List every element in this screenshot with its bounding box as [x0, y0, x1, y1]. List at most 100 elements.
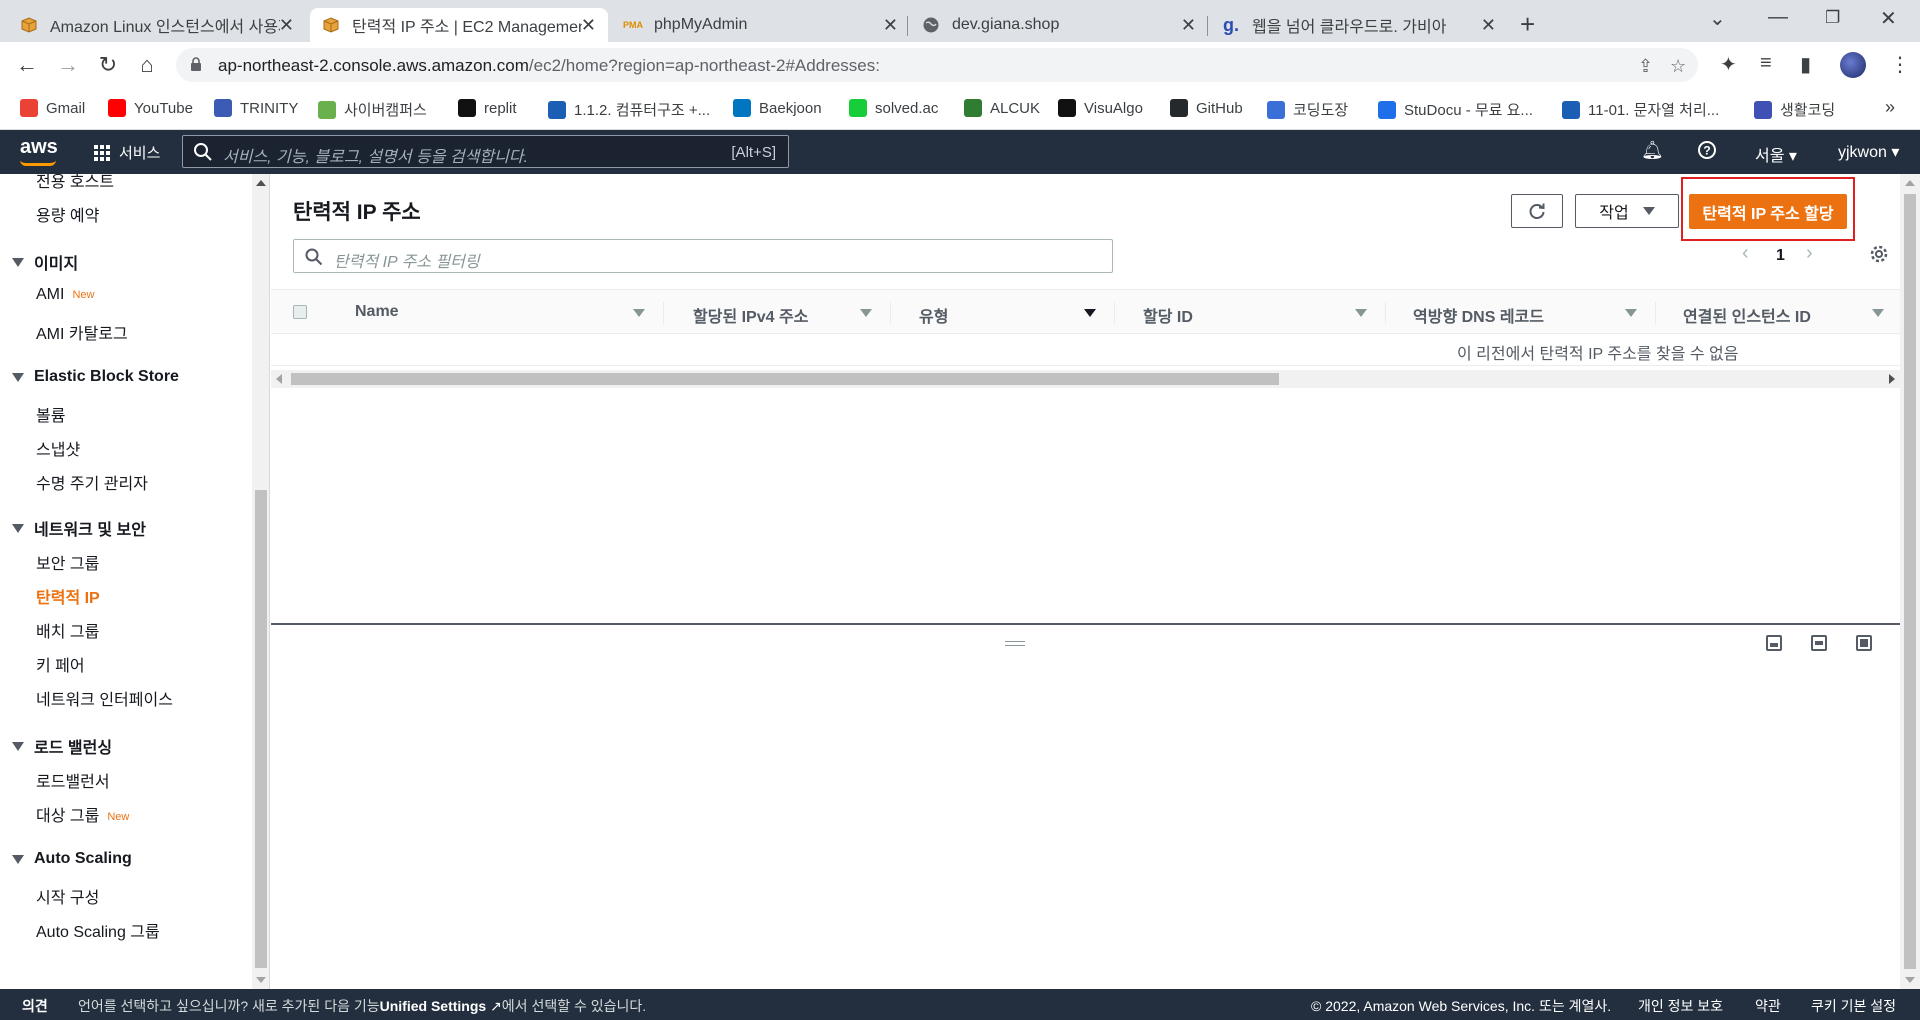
previous-page-icon[interactable]: ‹: [1742, 242, 1749, 265]
more-bookmarks-icon[interactable]: »: [1885, 97, 1895, 118]
bookmark-item[interactable]: Baekjoon: [733, 99, 822, 117]
actions-dropdown-button[interactable]: 작업: [1575, 194, 1679, 228]
sidebar-item-placement-groups[interactable]: 배치 그룹: [36, 618, 99, 642]
sidebar-group-images[interactable]: 이미지: [12, 250, 78, 274]
restore-icon[interactable]: ❐: [1825, 8, 1840, 28]
column-header-type[interactable]: 유형: [919, 303, 948, 327]
share-icon[interactable]: ⇪: [1638, 56, 1653, 77]
bookmark-item[interactable]: VisuAlgo: [1058, 99, 1143, 117]
sidebar-item-auto-scaling-groups[interactable]: Auto Scaling 그룹: [36, 918, 160, 942]
bookmark-item[interactable]: 코딩도장: [1267, 99, 1348, 120]
refresh-button[interactable]: [1511, 194, 1563, 228]
close-window-icon[interactable]: ✕: [1880, 6, 1897, 31]
back-arrow-icon[interactable]: ←: [14, 52, 40, 78]
close-tab-icon[interactable]: ✕: [883, 16, 898, 34]
column-header-name[interactable]: Name: [355, 303, 399, 321]
close-tab-icon[interactable]: ✕: [279, 16, 294, 34]
sort-icon[interactable]: [1872, 309, 1884, 317]
lock-icon[interactable]: [190, 57, 202, 72]
profile-avatar[interactable]: [1840, 52, 1866, 78]
sidebar-item-ami-catalog[interactable]: AMI 카탈로그: [36, 320, 128, 344]
sidebar-item-launch-configurations[interactable]: 시작 구성: [36, 884, 99, 908]
feedback-link[interactable]: 의견: [22, 996, 48, 1016]
sidebar-item-network-interfaces[interactable]: 네트워크 인터페이스: [36, 686, 173, 710]
sidebar-item-elastic-ip[interactable]: 탄력적 IP: [36, 584, 100, 608]
home-icon[interactable]: ⌂: [134, 52, 160, 78]
unified-settings-link[interactable]: Unified Settings: [380, 998, 487, 1014]
sidebar-item-security-groups[interactable]: 보안 그룹: [36, 550, 99, 574]
sidebar-item-volumes[interactable]: 볼륨: [36, 402, 65, 426]
sort-icon[interactable]: [1355, 309, 1367, 317]
settings-gear-icon[interactable]: [1869, 244, 1889, 269]
sidebar-item-dedicated-hosts[interactable]: 전용 호스트: [36, 174, 114, 192]
sidebar-scrollbar[interactable]: [252, 174, 270, 989]
main-vertical-scrollbar[interactable]: [1900, 174, 1920, 989]
sidebar-group-load-balancing[interactable]: 로드 밸런싱: [12, 734, 112, 758]
address-bar[interactable]: ap-northeast-2.console.aws.amazon.com/ec…: [176, 48, 1698, 82]
sidebar-item-lifecycle-manager[interactable]: 수명 주기 관리자: [36, 470, 148, 494]
browser-tab[interactable]: Amazon Linux 인스턴스에서 사용자 ✕: [8, 8, 306, 42]
select-all-checkbox[interactable]: [293, 305, 307, 319]
close-tab-icon[interactable]: ✕: [1181, 16, 1196, 34]
tab-search-icon[interactable]: ⌄: [1709, 6, 1726, 31]
sidebar-item-key-pairs[interactable]: 키 페어: [36, 652, 85, 676]
sidebar-item-load-balancers[interactable]: 로드밸런서: [36, 768, 110, 792]
sidebar-item-snapshots[interactable]: 스냅샷: [36, 436, 80, 460]
sidebar-item-ami[interactable]: AMI New: [36, 286, 94, 304]
sort-icon[interactable]: [633, 309, 645, 317]
sidebar-group-auto-scaling[interactable]: Auto Scaling: [12, 850, 132, 868]
sidebar-item-target-groups[interactable]: 대상 그룹 New: [36, 802, 129, 826]
bookmark-item[interactable]: replit: [458, 99, 517, 117]
allocate-elastic-ip-button[interactable]: 탄력적 IP 주소 할당: [1689, 194, 1847, 229]
sidebar-group-network-security[interactable]: 네트워크 및 보안: [12, 516, 146, 540]
sidebar-item-capacity-reservations[interactable]: 용량 예약: [36, 202, 99, 226]
next-page-icon[interactable]: ›: [1806, 242, 1813, 265]
column-header-ipv4[interactable]: 할당된 IPv4 주소: [693, 303, 808, 327]
browser-tab[interactable]: dev.giana.shop ✕: [910, 8, 1208, 42]
extensions-icon[interactable]: ✦: [1720, 52, 1737, 77]
browser-tab[interactable]: g. 웹을 넘어 클라우드로. 가비아 ✕: [1210, 8, 1508, 42]
side-panel-icon[interactable]: ▮: [1800, 52, 1811, 77]
bookmark-item[interactable]: solved.ac: [849, 99, 938, 117]
account-menu[interactable]: yjkwon ▾: [1838, 142, 1899, 162]
bookmark-item[interactable]: TRINITY: [214, 99, 298, 117]
page-number[interactable]: 1: [1776, 247, 1785, 265]
split-bottom-icon[interactable]: [1766, 635, 1782, 651]
bookmark-star-icon[interactable]: ☆: [1670, 56, 1686, 77]
aws-logo[interactable]: aws: [20, 136, 58, 166]
bookmark-item[interactable]: Gmail: [20, 99, 85, 117]
bookmark-item[interactable]: GitHub: [1170, 99, 1243, 117]
bookmark-item[interactable]: 생활코딩: [1754, 99, 1835, 120]
browser-tab-active[interactable]: 탄력적 IP 주소 | EC2 Management ✕: [310, 8, 608, 42]
browser-tab[interactable]: PMA phpMyAdmin ✕: [612, 8, 910, 42]
sidebar-group-ebs[interactable]: Elastic Block Store: [12, 368, 179, 386]
bookmark-item[interactable]: YouTube: [108, 99, 193, 117]
help-icon[interactable]: ?: [1697, 140, 1717, 165]
filter-input[interactable]: 탄력적 IP 주소 필터링: [293, 239, 1113, 273]
sort-icon[interactable]: [860, 309, 872, 317]
sort-icon[interactable]: [1084, 309, 1096, 317]
bookmark-item[interactable]: ALCUK: [964, 99, 1040, 117]
column-header-instance-id[interactable]: 연결된 인스턴스 ID: [1683, 303, 1811, 327]
new-tab-icon[interactable]: +: [1520, 9, 1535, 40]
drag-handle-icon[interactable]: [1005, 641, 1025, 646]
column-header-reverse-dns[interactable]: 역방향 DNS 레코드: [1413, 303, 1544, 327]
split-full-icon[interactable]: [1856, 635, 1872, 651]
reload-icon[interactable]: ↻: [95, 52, 121, 78]
bookmark-item[interactable]: StuDocu - 무료 요...: [1378, 99, 1533, 120]
close-tab-icon[interactable]: ✕: [1481, 16, 1496, 34]
bookmark-item[interactable]: 사이버캠퍼스: [318, 99, 427, 120]
region-selector[interactable]: 서울 ▾: [1755, 142, 1797, 166]
split-panel-divider[interactable]: [271, 623, 1900, 625]
services-menu-button[interactable]: 서비스: [94, 142, 160, 163]
aws-search-input[interactable]: 서비스, 기능, 블로그, 설명서 등을 검색합니다. [Alt+S]: [182, 135, 789, 168]
split-middle-icon[interactable]: [1811, 635, 1827, 651]
media-control-icon[interactable]: ≡: [1760, 52, 1772, 75]
cookie-preferences-link[interactable]: 쿠키 기본 설정: [1811, 996, 1896, 1016]
notifications-bell-icon[interactable]: 🔔︎: [1641, 140, 1664, 161]
privacy-link[interactable]: 개인 정보 보호: [1638, 996, 1723, 1016]
close-tab-icon[interactable]: ✕: [581, 16, 596, 34]
column-header-allocation-id[interactable]: 할당 ID: [1143, 303, 1193, 327]
minimize-icon[interactable]: —: [1768, 6, 1788, 29]
terms-link[interactable]: 약관: [1755, 996, 1781, 1016]
